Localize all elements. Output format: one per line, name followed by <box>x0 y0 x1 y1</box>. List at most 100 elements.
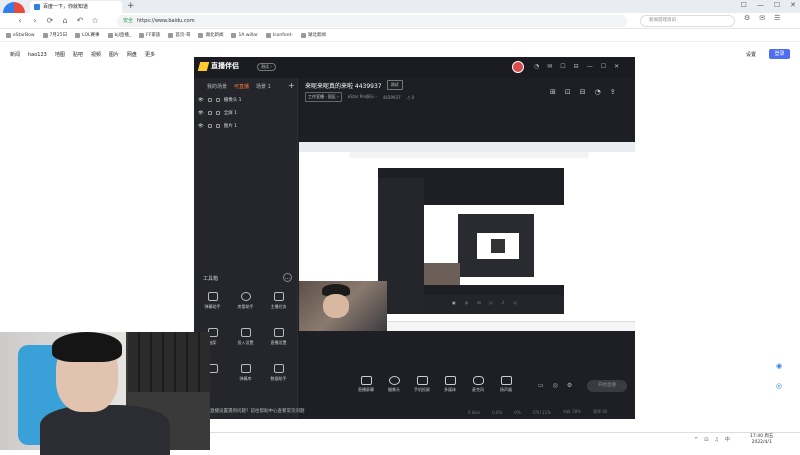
bell-icon[interactable]: ◔ <box>595 88 601 96</box>
tool-danmu-assistant[interactable]: 弹幕助手 <box>196 292 229 328</box>
back-icon[interactable]: ‹ <box>14 16 26 25</box>
settings-icon[interactable]: ⚙ <box>567 382 572 389</box>
share-icon[interactable]: ⇪ <box>610 88 616 96</box>
minimize-icon[interactable]: — <box>757 1 764 9</box>
tool-data-assistant[interactable]: 数据助手 <box>262 364 295 400</box>
menu-icon[interactable]: ☰ <box>774 14 780 22</box>
baidu-nav-images[interactable]: 图片 <box>109 51 119 58</box>
skin-icon[interactable]: ◔ <box>534 63 539 70</box>
camera-button[interactable]: 摄像头 <box>380 376 408 393</box>
baidu-nav-tieba[interactable]: 贴吧 <box>73 51 83 58</box>
bookmark-item[interactable]: 1A willar <box>231 32 258 38</box>
screen-capture-button[interactable]: 直播屏幕 <box>352 376 380 393</box>
chart-icon <box>273 364 284 373</box>
camera-icon <box>388 376 400 385</box>
stream-title-text[interactable]: 来呢来呢真的来啦 4439937 <box>305 81 382 90</box>
baidu-nav-map[interactable]: 地图 <box>55 51 65 58</box>
bookmark-item[interactable]: 湖北新闻 <box>300 32 326 38</box>
assistant-icon[interactable]: ◉ <box>776 362 782 370</box>
bookmark-item[interactable]: 7月25日 <box>42 32 67 38</box>
tool-live-settings[interactable]: 直播设置 <box>262 328 295 364</box>
app-test-tag[interactable]: 测试 › <box>257 63 276 71</box>
baidu-nav-more[interactable]: 更多 <box>145 51 155 58</box>
bookmark-item[interactable]: bjl直播_ <box>107 32 131 38</box>
gift-icon[interactable]: ⊞ <box>550 88 556 96</box>
tab-my-scenes[interactable]: 我的场景 <box>207 83 227 90</box>
bookmark-item[interactable]: LOL赛事 <box>75 32 100 38</box>
maximize-icon[interactable]: ☐ <box>774 1 780 9</box>
taskbar-clock[interactable]: 17:40 周五 2022/4/1 <box>750 434 773 446</box>
eye-icon[interactable]: 👁 <box>198 111 204 116</box>
record-icon[interactable]: ▭ <box>538 382 544 389</box>
speaker-button[interactable]: 扬声器 <box>492 376 520 393</box>
calendar-icon <box>240 364 251 373</box>
source-item[interactable]: 👁 全屏 1 <box>198 110 237 117</box>
stream-category[interactable]: 工作室播 · 国区 › <box>305 92 342 102</box>
bookmark-item[interactable]: FF家族 <box>139 32 160 38</box>
baidu-nav-news[interactable]: 新闻 <box>10 51 20 58</box>
baidu-nav-hao123[interactable]: hao123 <box>28 52 47 58</box>
home-icon[interactable]: ⌂ <box>59 16 71 25</box>
source-item[interactable]: 👁 图片 1 <box>198 123 237 130</box>
baidu-settings-link[interactable]: 设置 <box>746 51 756 58</box>
feedback-icon[interactable]: ◎ <box>776 382 782 390</box>
live-control-bar: 直播屏幕 摄像头 手机投屏 多媒体 麦克风 扬声器 <box>352 376 520 393</box>
close-icon[interactable]: ✕ <box>614 63 619 70</box>
lock-icon[interactable]: ⊡ <box>565 88 571 96</box>
settings-icon[interactable]: ⚙ <box>744 14 750 22</box>
tool-room-manager[interactable]: 房管助手 <box>229 292 262 328</box>
mail-icon[interactable]: ✉ <box>759 14 765 22</box>
preview-nested-icons: ▣ ◎ ⊡ ▷ ♪ ◁ <box>452 300 517 305</box>
stream-badge[interactable]: 测试 <box>386 80 403 90</box>
window-restore-icon[interactable]: ☐ <box>741 1 747 9</box>
new-tab-button[interactable]: + <box>127 1 135 11</box>
start-live-button[interactable]: 开始直播 <box>587 380 627 392</box>
bookmark-item[interactable]: eStarBow <box>6 32 35 38</box>
bookmark-item[interactable]: Iconfont- <box>265 32 293 38</box>
eye-icon[interactable]: 👁 <box>198 124 204 129</box>
bookmark-item[interactable]: 首页-哥 <box>168 32 190 38</box>
star-icon[interactable]: ☆ <box>89 16 101 25</box>
toolbox-more-button[interactable]: … <box>283 273 292 282</box>
tray-expand-icon[interactable]: ^ <box>694 437 698 443</box>
ime-icon[interactable]: 中 <box>725 436 730 443</box>
tab-scene-1[interactable]: 场景 1 <box>256 83 271 90</box>
source-item[interactable]: 👁 摄像头 1 <box>198 97 242 104</box>
layout-icon[interactable]: ⊟ <box>574 63 579 70</box>
refresh-icon[interactable]: ⟳ <box>44 16 56 25</box>
scene-tabs: 我的场景 可直播 场景 1 <box>207 83 271 90</box>
message-icon[interactable]: ✉ <box>547 63 552 70</box>
add-scene-button[interactable]: + <box>288 81 295 90</box>
beauty-icon[interactable]: ◎ <box>553 382 558 389</box>
lock-icon[interactable] <box>207 98 212 102</box>
window-icon[interactable]: ☐ <box>560 63 565 70</box>
tool-input-settings[interactable]: 投入设置 <box>229 328 262 364</box>
help-notice-link[interactable]: 直播设置遇到问题？前往帮助中心查看常见问题 <box>210 408 305 414</box>
forward-icon[interactable]: › <box>29 16 41 25</box>
media-button[interactable]: 多媒体 <box>436 376 464 393</box>
address-bar[interactable]: 安全 https://www.baidu.com <box>117 15 627 27</box>
network-icon[interactable]: ⊡ <box>704 437 708 443</box>
undo-icon[interactable]: ↶ <box>74 16 86 25</box>
tool-danmu-library[interactable]: 弹幕库 <box>229 364 262 400</box>
close-icon[interactable]: ✕ <box>790 1 796 9</box>
baidu-login-button[interactable]: 登录 <box>769 49 790 59</box>
lock-icon[interactable] <box>207 124 212 128</box>
tool-streamer-tasks[interactable]: 主播任务 <box>262 292 295 328</box>
phone-cast-button[interactable]: 手机投屏 <box>408 376 436 393</box>
lock-icon[interactable] <box>207 111 212 115</box>
tab-live-scenes[interactable]: 可直播 <box>234 83 249 90</box>
volume-icon[interactable]: ♫ <box>714 437 718 443</box>
stream-club[interactable]: eStar Pro俱乐 › <box>348 94 377 100</box>
tab-baidu[interactable]: 百度一下，你就知道 <box>30 1 122 13</box>
baidu-nav-video[interactable]: 视频 <box>91 51 101 58</box>
maximize-icon[interactable]: ☐ <box>601 63 606 70</box>
avatar[interactable] <box>512 61 524 73</box>
bookmark-item[interactable]: 湖北新闻 <box>198 32 223 38</box>
browser-search-input[interactable]: 新闻游戏资讯 <box>640 15 735 27</box>
eye-icon[interactable]: 👁 <box>198 98 204 103</box>
baidu-nav-pan[interactable]: 网盘 <box>127 51 137 58</box>
minimize-icon[interactable]: — <box>587 63 593 70</box>
microphone-button[interactable]: 麦克风 <box>464 376 492 393</box>
screen-icon[interactable]: ⊟ <box>580 88 586 96</box>
